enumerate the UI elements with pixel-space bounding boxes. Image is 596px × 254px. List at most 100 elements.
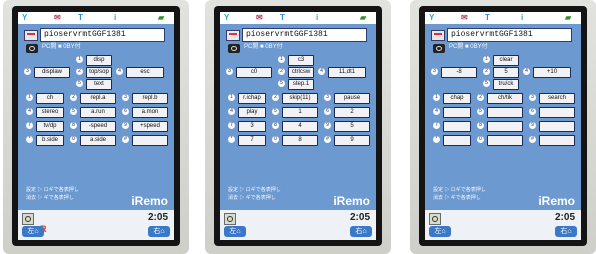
signal-icon: T: [78, 13, 83, 22]
remote-key-button[interactable]: -8: [441, 67, 477, 78]
iremo-logo: iRemo: [333, 194, 370, 208]
key-number-badge: 2: [272, 94, 279, 101]
remote-key-button[interactable]: [443, 135, 471, 146]
remote-key-button[interactable]: 7: [238, 135, 266, 146]
remote-key-button[interactable]: ch/tik: [487, 93, 523, 104]
remote-key-button[interactable]: +speed: [132, 121, 168, 132]
bottom-bar: 2:05 左⌂ 右⌂: [220, 210, 376, 240]
remote-key-button[interactable]: a.side: [80, 135, 116, 146]
key-number-badge: 5: [70, 108, 77, 115]
remote-key-button[interactable]: a.mon: [132, 107, 168, 118]
mail-icon: ✉: [461, 13, 468, 22]
url-field[interactable]: pioservrmtGGF1381: [447, 28, 572, 42]
phone-screenshot-1: Y ✉ Ti ▰ pioservrmtGGF1381 PC開 ■ 0BY付 1 disp 3 di…: [3, 0, 189, 254]
status-bar: Y ✉ Ti ▰: [425, 12, 581, 24]
subtitle: PC開 ■ 0BY付: [42, 44, 81, 50]
antenna-icon: Y: [22, 13, 28, 22]
remote-key-button[interactable]: 1: [282, 107, 318, 118]
remote-key-button[interactable]: step.1: [288, 79, 314, 90]
remote-key-button[interactable]: b.side: [36, 135, 64, 146]
iremo-logo: iRemo: [131, 194, 168, 208]
right-softkey[interactable]: 右⌂: [148, 226, 170, 237]
remote-key-button[interactable]: disp: [86, 55, 112, 66]
remote-key-button[interactable]: +10: [533, 67, 571, 78]
phone-screenshot-2: Y ✉ Ti ▰ pioservrmtGGF1381 PC開 ■ 0BY付 1 c3 3 c0 2 c…: [205, 0, 391, 254]
right-softkey[interactable]: 右⌂: [350, 226, 372, 237]
remote-key-button[interactable]: 8: [282, 135, 318, 146]
remote-key-button[interactable]: [443, 107, 471, 118]
footer-erase-text: 消去 ▷ ギで各表押し: [433, 195, 481, 201]
remote-key-button[interactable]: [539, 135, 575, 146]
remote-key-button[interactable]: 4: [282, 121, 318, 132]
key-number-badge: #: [324, 136, 331, 143]
key-number-badge: 5: [272, 108, 279, 115]
left-softkey[interactable]: 左⌂: [224, 226, 246, 237]
remote-key-button[interactable]: play: [238, 107, 266, 118]
remote-key-button[interactable]: c3: [288, 55, 314, 66]
footer-setting-text: 設定 ▷ ロギで各表押し: [433, 187, 486, 193]
key-number-badge: 7: [26, 122, 33, 129]
key-number-badge: 3: [529, 94, 536, 101]
left-softkey[interactable]: 左⌂: [429, 226, 451, 237]
remote-key-button[interactable]: top/sop: [86, 67, 112, 78]
antenna-icon: Y: [224, 13, 230, 22]
key-number-badge: 0: [70, 136, 77, 143]
key-number-badge: 7: [433, 122, 440, 129]
remote-key-button[interactable]: ch: [36, 93, 64, 104]
remote-key-button[interactable]: [443, 121, 471, 132]
remote-key-button[interactable]: tv/dp: [36, 121, 64, 132]
mail-icon: ✉: [54, 13, 61, 22]
left-softkey[interactable]: 左⌂: [22, 226, 44, 237]
remote-key-button[interactable]: skip(11): [282, 93, 318, 104]
remote-key-button[interactable]: tru/ck: [493, 79, 519, 90]
remote-key-button[interactable]: [487, 107, 523, 118]
remote-key-button[interactable]: [539, 107, 575, 118]
page-icon: [431, 30, 445, 41]
remote-key-button[interactable]: repl.b: [132, 93, 168, 104]
key-number-badge: 2: [70, 94, 77, 101]
remote-key-button[interactable]: ctrlcsw: [288, 67, 314, 78]
phone-screenshot-3: Y ✉ Ti ▰ pioservrmtGGF1381 PC開 ■ 0BY付 1 clear 3-…: [410, 0, 596, 254]
remote-key-button[interactable]: text: [86, 79, 112, 90]
key-number-badge: 5: [483, 80, 490, 87]
remote-key-button[interactable]: -speed: [80, 121, 116, 132]
key-number-badge: 3: [324, 94, 331, 101]
key-number-badge: 6: [324, 108, 331, 115]
remote-key-button[interactable]: 5: [493, 67, 519, 78]
battery-icon: ▰: [565, 13, 572, 22]
url-bar[interactable]: pioservrmtGGF1381: [24, 28, 168, 42]
right-softkey[interactable]: 右⌂: [555, 226, 577, 237]
remote-key-button[interactable]: [487, 135, 523, 146]
url-field[interactable]: pioservrmtGGF1381: [242, 28, 367, 42]
remote-key-button[interactable]: [539, 121, 575, 132]
url-field[interactable]: pioservrmtGGF1381: [40, 28, 165, 42]
key-number-badge: 4: [433, 108, 440, 115]
remote-key-button[interactable]: r.ichap: [238, 93, 266, 104]
remote-key-button[interactable]: 11,dt1: [328, 67, 366, 78]
remote-key-button[interactable]: 2: [334, 107, 370, 118]
remote-key-button[interactable]: c0: [236, 67, 272, 78]
remote-key-button[interactable]: clear: [493, 55, 519, 66]
remote-key-button[interactable]: stereo: [36, 107, 64, 118]
footer-erase-text: 消去 ▷ ギで各表押し: [228, 195, 276, 201]
remote-key-button[interactable]: 5: [334, 121, 370, 132]
iremo-logo: iRemo: [538, 194, 575, 208]
remote-key-button[interactable]: [487, 121, 523, 132]
remote-key-button[interactable]: chap: [443, 93, 471, 104]
remote-key-button[interactable]: esc: [126, 67, 164, 78]
remote-key-button[interactable]: 9: [334, 135, 370, 146]
remote-key-button[interactable]: search: [539, 93, 575, 104]
footer-erase-text: 消去 ▷ ギで各表押し: [26, 195, 74, 201]
remote-key-button[interactable]: displaw: [34, 67, 70, 78]
remote-key-button[interactable]: [132, 135, 168, 146]
remote-key-button[interactable]: a.run: [80, 107, 116, 118]
clock: 2:05: [147, 212, 168, 223]
remote-key-button[interactable]: repl.a: [80, 93, 116, 104]
url-bar[interactable]: pioservrmtGGF1381: [226, 28, 370, 42]
phone-screen: Y ✉ Ti ▰ pioservrmtGGF1381 PC開 ■ 0BY付 1 clear 3-…: [425, 12, 581, 240]
key-number-badge: 5: [477, 108, 484, 115]
remote-key-button[interactable]: pause: [334, 93, 370, 104]
key-number-badge: 3: [431, 68, 438, 75]
remote-key-button[interactable]: 3: [238, 121, 266, 132]
url-bar[interactable]: pioservrmtGGF1381: [431, 28, 575, 42]
